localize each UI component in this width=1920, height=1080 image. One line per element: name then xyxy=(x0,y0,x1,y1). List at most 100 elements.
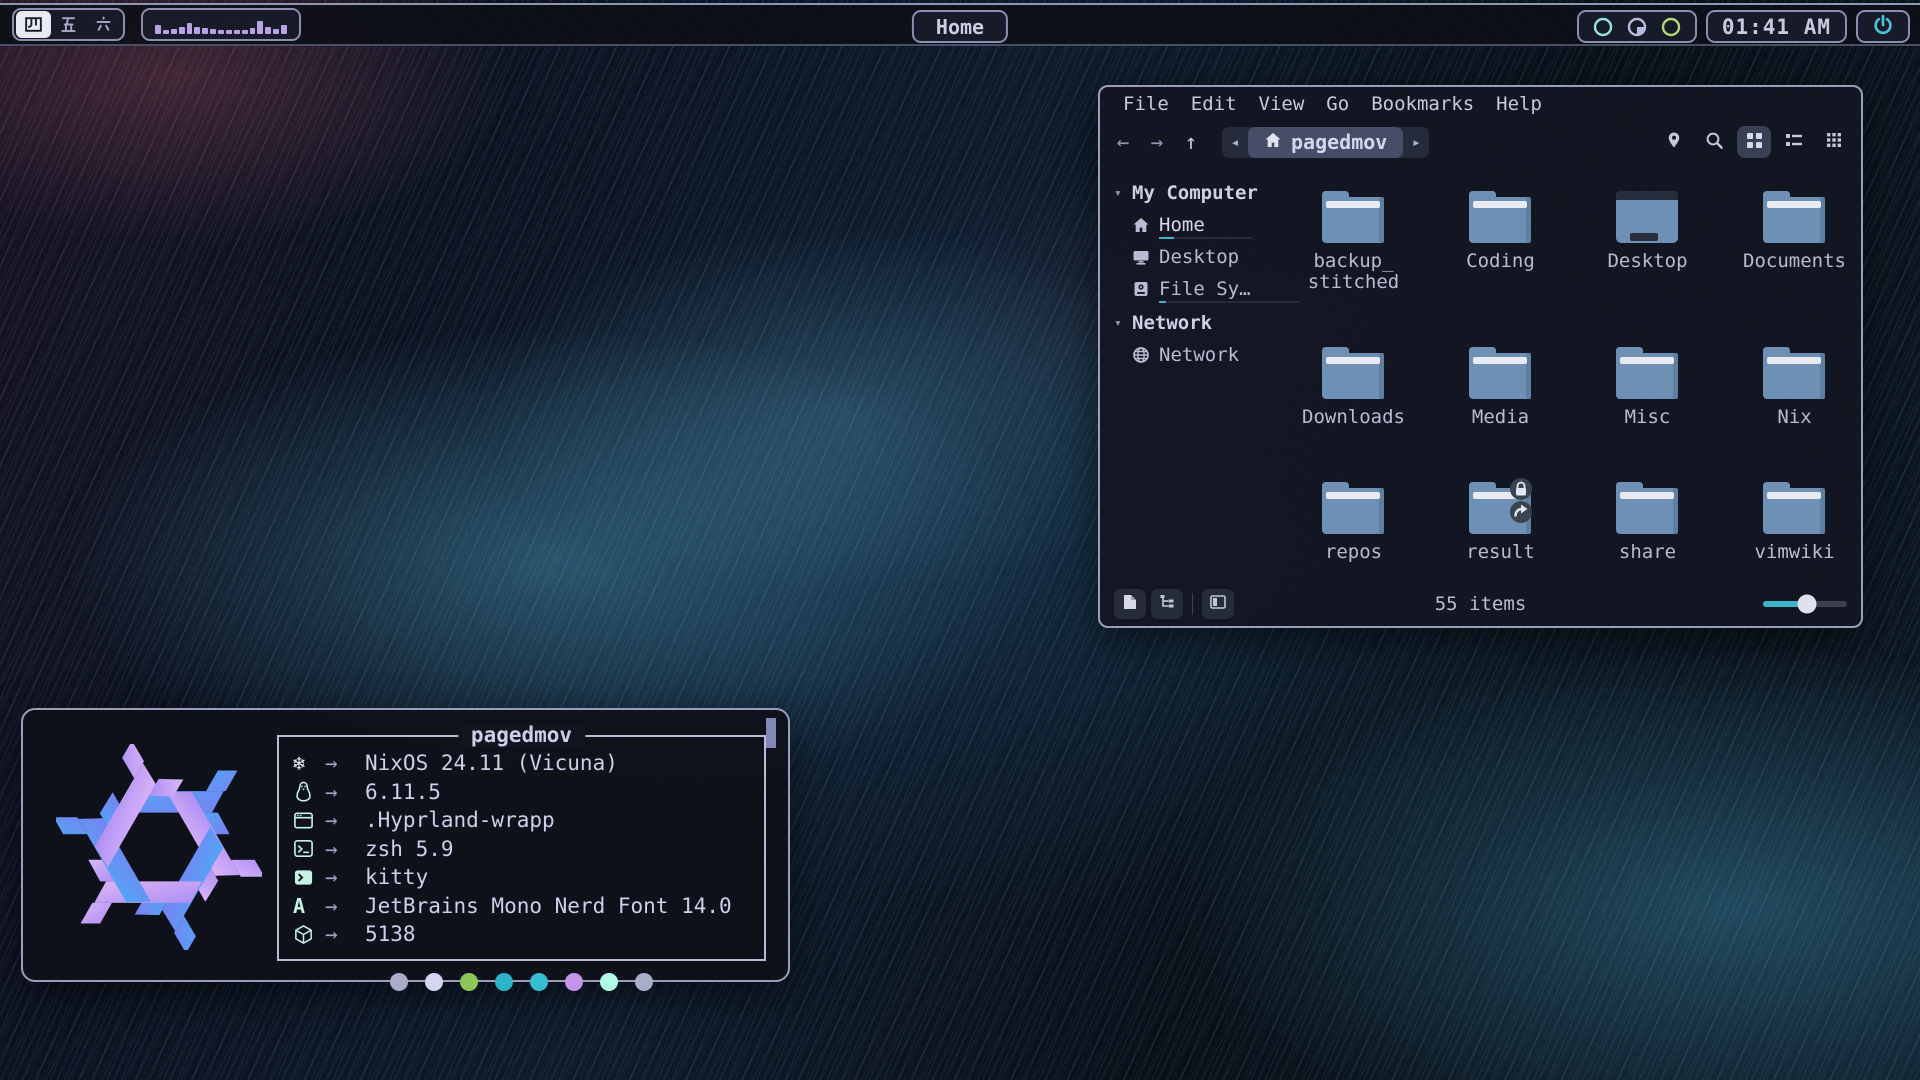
sidebar-item-home[interactable]: Home xyxy=(1114,209,1276,241)
menu-item-view[interactable]: View xyxy=(1248,91,1316,117)
folder-icon xyxy=(1321,478,1387,536)
visualizer-bar xyxy=(265,27,271,34)
chevron-right-icon: ▸ xyxy=(1412,133,1421,151)
menu-item-help[interactable]: Help xyxy=(1485,91,1553,117)
folder-item-Desktop[interactable]: Desktop xyxy=(1574,187,1721,293)
folder-icon xyxy=(1615,478,1681,536)
view-compact-button[interactable] xyxy=(1817,126,1851,158)
show-tree-button[interactable] xyxy=(1151,589,1183,619)
visualizer-bar xyxy=(155,25,161,34)
fetch-row: ❄ → NixOS 24.11 (Vicuna) xyxy=(293,749,750,778)
clock-label: 01:41 AM xyxy=(1722,15,1831,39)
folder-item-Nix[interactable]: Nix xyxy=(1721,343,1868,428)
folder-icon xyxy=(1762,343,1828,401)
icon-zoom-slider[interactable] xyxy=(1763,601,1847,607)
breadcrumb: ◂ pagedmov ▸ xyxy=(1222,127,1429,158)
menu-item-edit[interactable]: Edit xyxy=(1180,91,1248,117)
folder-item-result[interactable]: result xyxy=(1427,478,1574,563)
sidebar-item-desktop[interactable]: Desktop xyxy=(1114,241,1276,273)
workspace-label xyxy=(93,14,114,35)
folder-name-label: Nix xyxy=(1777,407,1811,428)
folder-icon xyxy=(1615,187,1681,245)
visualizer-bar xyxy=(202,28,208,34)
view-list-button[interactable] xyxy=(1777,126,1811,158)
fetch-row: → zsh 5.9 xyxy=(293,835,750,864)
terminal-cursor xyxy=(766,718,776,748)
sidebar-section-header[interactable]: ▾ Network xyxy=(1114,307,1276,339)
audio-visualizer xyxy=(141,8,301,41)
breadcrumb-next-button[interactable]: ▸ xyxy=(1403,133,1429,151)
home-icon xyxy=(1132,216,1150,234)
terminal-palette-dots xyxy=(277,973,766,991)
arrow-icon: → xyxy=(325,751,365,775)
caret-down-icon: ▾ xyxy=(1114,316,1124,331)
fetch-value: 5138 xyxy=(365,922,416,946)
back-button[interactable]: ← xyxy=(1106,127,1140,157)
view-icons-button[interactable] xyxy=(1737,126,1771,158)
folder-item-repos[interactable]: repos xyxy=(1280,478,1427,563)
caret-down-icon: ▾ xyxy=(1114,186,1124,201)
folder-name-label: result xyxy=(1466,542,1535,563)
zoom-slider-knob[interactable] xyxy=(1797,595,1816,614)
folder-icon xyxy=(1321,187,1387,245)
folder-name-label: Media xyxy=(1472,407,1529,428)
fetch-value: zsh 5.9 xyxy=(365,837,454,861)
location-button[interactable] xyxy=(1657,126,1691,158)
font-icon: A xyxy=(293,894,325,918)
disk-usage-bar xyxy=(1159,237,1253,239)
search-button[interactable] xyxy=(1697,126,1731,158)
folder-item-Documents[interactable]: Documents xyxy=(1721,187,1868,293)
folder-item-share[interactable]: share xyxy=(1574,478,1721,563)
workspace-button-五[interactable] xyxy=(51,11,86,38)
side-pane-icon xyxy=(1210,594,1226,614)
up-button[interactable]: ↑ xyxy=(1174,127,1208,157)
sidebar-section-header[interactable]: ▾ My Computer xyxy=(1114,177,1276,209)
workspace-button-四[interactable] xyxy=(16,11,51,38)
fetch-value: .Hyprland-wrapp xyxy=(365,808,555,832)
menu-item-bookmarks[interactable]: Bookmarks xyxy=(1360,91,1485,117)
terminal-icon xyxy=(293,867,325,888)
visualizer-bar xyxy=(242,30,248,34)
ring-indicator-green[interactable] xyxy=(1660,16,1682,38)
menu-item-file[interactable]: File xyxy=(1112,91,1180,117)
status-bar: 55 items xyxy=(1100,582,1861,626)
folder-icon xyxy=(1615,343,1681,401)
folder-item-Media[interactable]: Media xyxy=(1427,343,1574,428)
folder-item-Misc[interactable]: Misc xyxy=(1574,343,1721,428)
up-arrow-icon: ↑ xyxy=(1185,130,1198,154)
tux-icon xyxy=(293,781,325,802)
fetch-value: kitty xyxy=(365,865,428,889)
disk-usage-bar xyxy=(1159,301,1299,303)
sidebar-section-network: ▾ Network Network xyxy=(1114,307,1276,371)
folder-icon xyxy=(1468,343,1534,401)
forward-button[interactable]: → xyxy=(1140,127,1174,157)
toggle-sidepane-button[interactable] xyxy=(1202,589,1234,619)
power-button[interactable] xyxy=(1856,10,1910,43)
ring-indicator-cyan[interactable] xyxy=(1592,16,1614,38)
sidebar-item-network[interactable]: Network xyxy=(1114,339,1276,371)
arrow-icon: → xyxy=(325,865,365,889)
palette-dot-2 xyxy=(460,973,478,991)
palette-dot-3 xyxy=(495,973,513,991)
breadcrumb-segment-home[interactable]: pagedmov xyxy=(1248,127,1403,158)
visualizer-bar xyxy=(194,27,200,34)
workspace-button-六[interactable] xyxy=(86,11,121,38)
palette-dot-0 xyxy=(390,973,408,991)
folder-icon xyxy=(1468,478,1534,536)
palette-dot-7 xyxy=(635,973,653,991)
palette-dot-4 xyxy=(530,973,548,991)
active-window-title: Home xyxy=(912,10,1008,43)
folder-item-backup_stitched[interactable]: backup_stitched xyxy=(1280,187,1427,293)
folder-item-Coding[interactable]: Coding xyxy=(1427,187,1574,293)
pie-indicator-lavender[interactable] xyxy=(1626,16,1648,38)
breadcrumb-prev-button[interactable]: ◂ xyxy=(1222,133,1248,151)
tree-icon xyxy=(1159,594,1175,614)
folder-item-vimwiki[interactable]: vimwiki xyxy=(1721,478,1868,563)
folder-item-Downloads[interactable]: Downloads xyxy=(1280,343,1427,428)
sidebar-item-file-sy-[interactable]: File Sy… xyxy=(1114,273,1276,305)
filesystem-icon xyxy=(1132,280,1150,298)
menu-item-go[interactable]: Go xyxy=(1315,91,1360,117)
show-places-button[interactable] xyxy=(1114,589,1146,619)
window-icon xyxy=(293,810,325,831)
visualizer-bar xyxy=(226,30,232,34)
